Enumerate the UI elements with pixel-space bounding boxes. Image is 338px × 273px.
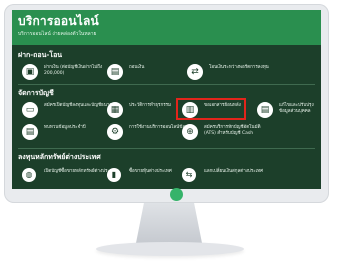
review-icon: ▤ [22,124,38,140]
section-divider [18,148,315,149]
section-divider [18,84,315,85]
section-title-foreign: ลงทุนหลักทรัพย์ต่างประเทศ [18,153,101,161]
highlight-box [176,98,246,120]
open-foreign-account-item[interactable]: ◍ เปิดบัญชีซื้อขายหลักทรัพย์ต่างประเทศ [22,168,117,186]
monitor-stand-base [96,242,244,256]
annual-review-item[interactable]: ▤ ทบทวนข้อมูลประจำปี [22,124,102,142]
page-subtitle: บริการออนไลน์ ง่ายคล่องตัวในหลาย [18,31,97,37]
section-title-account: จัดการบัญชี [18,89,54,97]
section-title-deposit: ฝาก-ถอน-โอน [18,51,63,59]
edit-profile-label: แก้ไขและปรับปรุงข้อมูลส่วนบุคคล [279,103,314,114]
ats-icon: ⊕ [182,124,198,140]
settings-icon: ⚙ [107,124,123,140]
foreign-trade-item[interactable]: ▮ ซื้อขายหุ้นต่างประเทศ [107,168,187,186]
history-item[interactable]: ▦ ประวัติการทำธุรกรรม [107,102,187,120]
globe-icon: ◍ [22,168,36,182]
edit-profile-item[interactable]: ▤ แก้ไขและปรับปรุงข้อมูลส่วนบุคคล [257,102,321,120]
ats-item[interactable]: ⊕ สมัครบริการหักบัญชีอัตโนมัติ (ATS) สำห… [182,124,272,142]
transfer-label: โอนเงินระหว่างพอร์ตการลงทุน [209,65,269,70]
open-account-item[interactable]: ▭ สมัครเปิดบัญชีลงทุนและบัญชีธนาคาร [22,102,117,120]
withdraw-item[interactable]: ▤ ถอนเงิน [107,64,187,82]
transfer-item[interactable]: ⇄ โอนเงินระหว่างพอร์ตการลงทุน [187,64,287,82]
history-icon: ▦ [107,102,123,118]
currency-exchange-item[interactable]: ⇆ แลกเปลี่ยนเงินสกุลต่างประเทศ [182,168,272,186]
deposit-item[interactable]: ▣ ฝากเงิน (ต่อบัญชีเงินฝากไม่ถึง 200,000… [22,64,112,82]
transfer-icon: ⇄ [187,64,203,80]
ats-label: สมัครบริการหักบัญชีอัตโนมัติ (ATS) สำหรั… [204,125,261,136]
power-indicator [170,188,183,201]
deposit-icon: ▣ [22,64,38,80]
screen: บริการออนไลน์ บริการออนไลน์ ง่ายคล่องตัว… [12,10,321,189]
page-title: บริการออนไลน์ [18,14,99,28]
monitor-frame: บริการออนไลน์ บริการออนไลน์ ง่ายคล่องตัว… [4,4,329,203]
chart-icon: ▮ [107,168,121,182]
monitor-stand-neck [136,203,202,243]
withdraw-icon: ▤ [107,64,123,80]
online-usage-item[interactable]: ⚙ การใช้งานบริการออนไลน์ข้อมูล [107,124,191,142]
card-icon: ▭ [22,102,38,118]
header-bar: บริการออนไลน์ บริการออนไลน์ ง่ายคล่องตัว… [12,10,321,45]
profile-icon: ▤ [257,102,273,118]
exchange-icon: ⇆ [182,168,196,182]
currency-exchange-label: แลกเปลี่ยนเงินสกุลต่างประเทศ [204,169,263,174]
